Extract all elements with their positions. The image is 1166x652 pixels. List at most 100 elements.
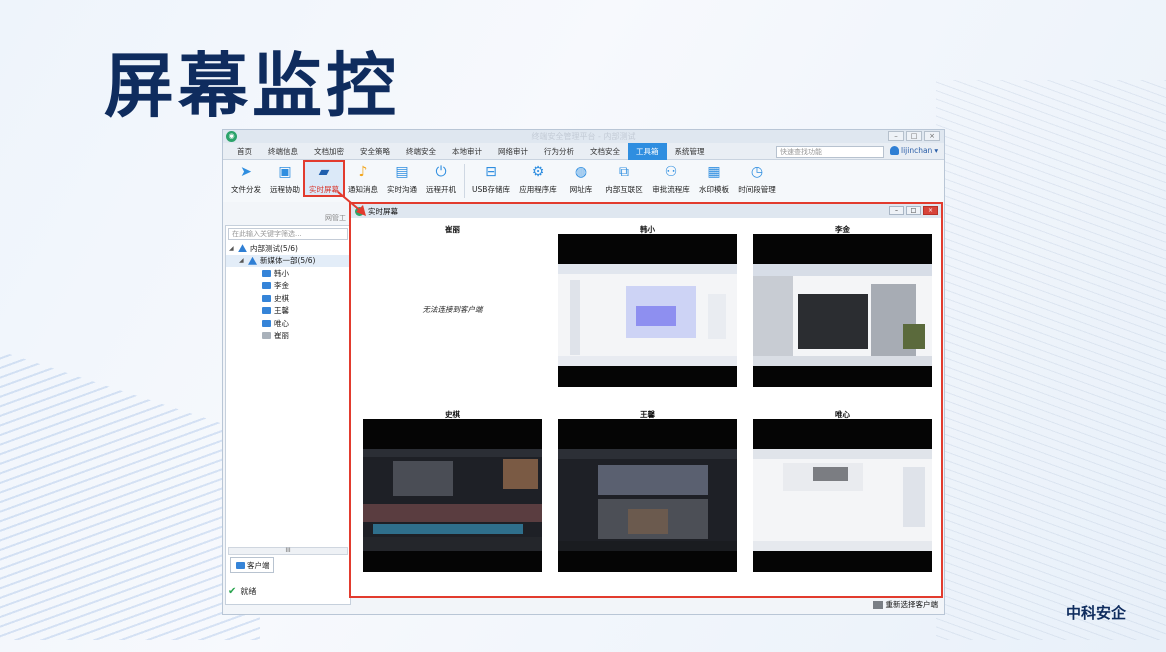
tool-time-period[interactable]: ◷ 时间段管理 <box>734 162 780 195</box>
screen-content <box>558 449 737 551</box>
tool-realtime-chat[interactable]: ▤ 实时沟通 <box>383 162 421 195</box>
filter-input[interactable]: 在此输入关键字筛选... <box>228 228 348 240</box>
horizontal-scrollbar[interactable]: III <box>228 547 348 555</box>
tree-group-label: 新媒体一部(5/6) <box>260 256 316 266</box>
tool-label: 内部互联区 <box>605 185 643 194</box>
app-window: ◉ 终端安全管理平台 - 内部测试 – □ × 首页 终端信息 文档加密 安全策… <box>222 129 945 615</box>
computer-icon <box>262 307 271 315</box>
slide-title: 屏幕监控 <box>104 45 400 127</box>
org-icon <box>238 244 247 253</box>
background-wave-left <box>0 351 260 640</box>
member-name: 韩小 <box>274 268 289 278</box>
menu-security-policy[interactable]: 安全策略 <box>352 143 398 160</box>
tool-label: 水印模板 <box>699 185 729 194</box>
screen-tile[interactable]: 韩小 <box>558 224 737 387</box>
menu-system-admin[interactable]: 系统管理 <box>667 143 713 160</box>
maximize-button[interactable]: □ <box>906 131 922 141</box>
reselect-icon <box>872 600 883 609</box>
minimize-button[interactable]: – <box>888 131 904 141</box>
menu-doc-security[interactable]: 文档安全 <box>582 143 628 160</box>
screen-tile[interactable]: 李金 <box>753 224 932 387</box>
computer-icon <box>236 561 245 569</box>
screen-tile[interactable]: 崔丽 无法连接到客户端 <box>363 224 542 387</box>
brand-name: 中科安企 <box>1065 604 1126 622</box>
menu-terminal-info[interactable]: 终端信息 <box>260 143 306 160</box>
screen-content <box>753 449 932 551</box>
close-button[interactable]: × <box>924 131 940 141</box>
screen-thumbnail <box>558 419 737 572</box>
maximize-button[interactable]: □ <box>906 206 921 215</box>
tool-internal-network[interactable]: ⧉ 内部互联区 <box>601 162 647 195</box>
tree-member[interactable]: 唯心 <box>226 317 350 330</box>
menu-terminal-security[interactable]: 终端安全 <box>398 143 444 160</box>
member-name: 王馨 <box>274 306 289 316</box>
usb-icon: ⊟ <box>485 164 497 180</box>
tool-label: 实时沟通 <box>387 185 417 194</box>
background-wave-right <box>936 80 1166 640</box>
tree-member[interactable]: 韩小 <box>226 267 350 280</box>
tile-user-name: 崔丽 <box>445 225 460 234</box>
tool-label: 审批流程库 <box>652 185 690 194</box>
user-menu[interactable]: lijinchan ▾ <box>890 146 938 155</box>
screen-tile[interactable]: 唯心 <box>753 409 932 572</box>
tool-file-distribute[interactable]: ➤ 文件分发 <box>227 162 265 195</box>
power-pc-icon: ⏻ <box>435 164 447 180</box>
tool-label: 文件分发 <box>231 185 261 194</box>
tool-label: 应用程序库 <box>519 185 557 194</box>
quick-search-input[interactable]: 快速查找功能 <box>776 146 884 158</box>
tree-group[interactable]: ◢ 新媒体一部(5/6) <box>226 254 350 267</box>
member-name: 史棋 <box>274 293 289 303</box>
monitor-icon: ▰ <box>318 164 330 180</box>
screen-tile[interactable]: 王馨 <box>558 409 737 572</box>
tab-client-label: 客户端 <box>247 560 270 570</box>
tool-label: 网址库 <box>569 185 593 194</box>
app-titlebar: ◉ 终端安全管理平台 - 内部测试 – □ × <box>223 130 944 143</box>
clock-icon: ◷ <box>750 164 764 180</box>
collapse-icon: ◢ <box>229 244 234 252</box>
screen-tile[interactable]: 史棋 <box>363 409 542 572</box>
tree-root[interactable]: ◢ 内部测试(5/6) <box>226 242 350 255</box>
tool-remote-assist[interactable]: ▣ 远程协助 <box>266 162 304 195</box>
tab-client[interactable]: 客户端 <box>230 557 274 573</box>
computer-icon <box>262 282 271 290</box>
menu-doc-encrypt[interactable]: 文档加密 <box>306 143 352 160</box>
user-icon <box>890 146 899 155</box>
menu-local-audit[interactable]: 本地审计 <box>444 143 490 160</box>
screen-thumbnail <box>558 234 737 387</box>
computer-icon <box>262 319 271 327</box>
chat-icon: ▤ <box>395 164 409 180</box>
menu-network-audit[interactable]: 网络审计 <box>490 143 536 160</box>
close-button[interactable]: × <box>923 206 938 215</box>
status-bar: ✔ 就绪 <box>225 582 351 600</box>
reselect-client-button[interactable]: 重新选择客户端 <box>872 599 938 610</box>
computer-offline-icon <box>262 332 271 340</box>
tool-app-library[interactable]: ⚙ 应用程序库 <box>515 162 561 195</box>
menu-bar: 首页 终端信息 文档加密 安全策略 终端安全 本地审计 网络审计 行为分析 文档… <box>223 142 944 160</box>
tree-member[interactable]: 王馨 <box>226 305 350 318</box>
paper-plane-icon: ➤ <box>240 164 252 180</box>
app-logo-icon: ◉ <box>226 131 237 142</box>
tool-remote-boot[interactable]: ⏻ 远程开机 <box>422 162 460 195</box>
minimize-button[interactable]: – <box>889 206 904 215</box>
toolbar-divider <box>464 164 465 198</box>
tree-member[interactable]: 崔丽 <box>226 330 350 343</box>
toolbar: ➤ 文件分发 ▣ 远程协助 ▰ 实时屏幕 ♪ 通知消息 ▤ 实时沟通 ⏻ 远程开… <box>223 160 944 202</box>
menu-behavior-analysis[interactable]: 行为分析 <box>536 143 582 160</box>
tool-usb-library[interactable]: ⊟ USB存储库 <box>468 162 514 195</box>
computer-icon <box>262 294 271 302</box>
tree-member[interactable]: 史棋 <box>226 292 350 305</box>
menu-home[interactable]: 首页 <box>229 143 260 160</box>
client-sidebar: 在此输入关键字筛选... ◢ 内部测试(5/6) ◢ 新媒体一部(5/6) 韩小… <box>225 225 351 605</box>
tree-member[interactable]: 李金 <box>226 280 350 293</box>
offline-message: 无法连接到客户端 <box>422 305 483 314</box>
window-title: 终端安全管理平台 - 内部测试 <box>531 132 636 141</box>
menu-toolbox[interactable]: 工具箱 <box>628 142 667 160</box>
tool-approval-flow[interactable]: ⚇ 审批流程库 <box>648 162 694 195</box>
tool-watermark[interactable]: ▦ 水印模板 <box>695 162 733 195</box>
screen-content <box>753 264 932 366</box>
member-name: 唯心 <box>274 318 289 328</box>
tool-url-library[interactable]: ◍ 网址库 <box>562 162 600 195</box>
check-icon: ✔ <box>228 585 237 597</box>
user-name: lijinchan <box>901 146 933 155</box>
org-icon <box>248 256 257 265</box>
